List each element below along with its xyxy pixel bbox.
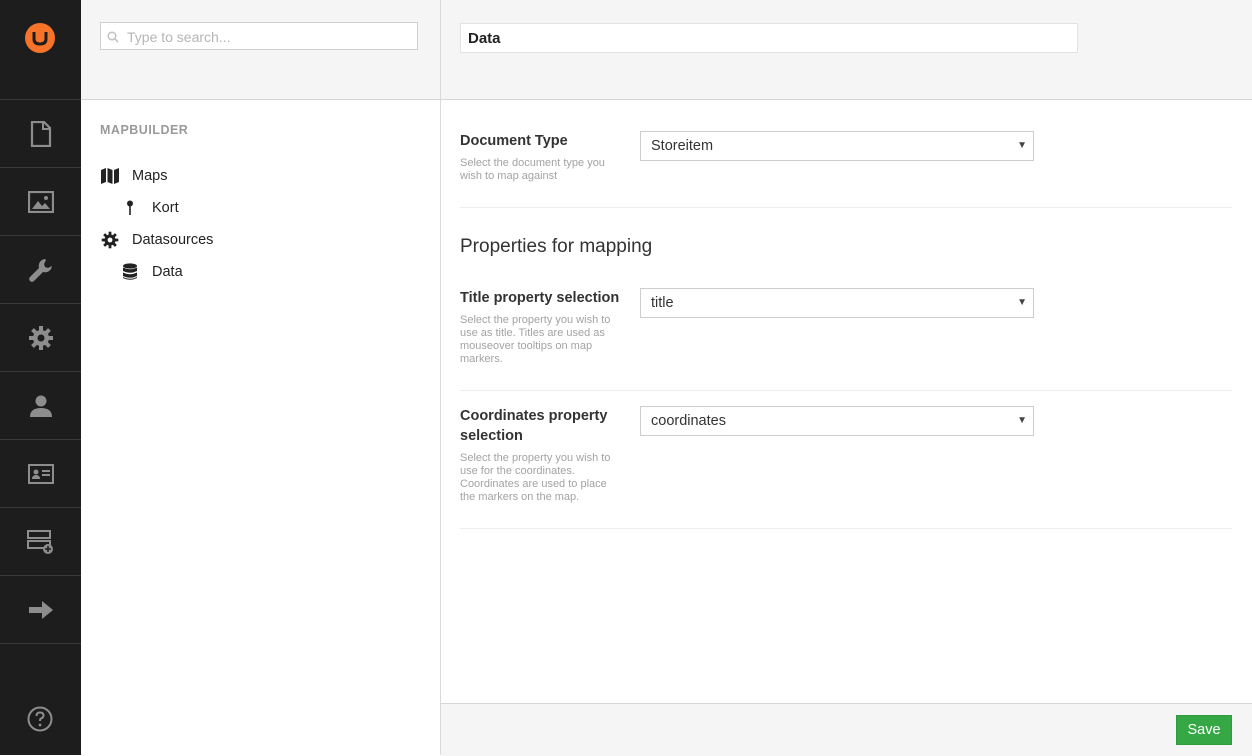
tree-panel: MAPBUILDER Maps Kort Datasources Data bbox=[81, 0, 441, 755]
gear-icon bbox=[100, 230, 120, 250]
chevron-down-icon: ▼ bbox=[1017, 140, 1027, 151]
document-type-description: Select the document type you wish to map… bbox=[460, 157, 605, 182]
media-icon[interactable] bbox=[0, 167, 81, 235]
editor-header bbox=[441, 0, 1252, 100]
divider bbox=[460, 390, 1232, 391]
tree-section-title: MAPBUILDER bbox=[100, 123, 189, 137]
redirect-arrow-icon[interactable] bbox=[0, 575, 81, 644]
umbraco-logo-icon[interactable] bbox=[25, 23, 55, 53]
map-icon bbox=[100, 166, 120, 186]
content-icon[interactable] bbox=[0, 99, 81, 167]
tree-item-label: Datasources bbox=[132, 232, 214, 248]
members-icon[interactable] bbox=[0, 439, 81, 507]
users-icon[interactable] bbox=[0, 371, 81, 439]
coordinates-property-selected: coordinates bbox=[651, 413, 726, 429]
database-icon bbox=[120, 262, 140, 282]
coordinates-property-description: Select the property you wish to use for … bbox=[460, 452, 611, 503]
group-title: Properties for mapping bbox=[460, 236, 653, 257]
chevron-down-icon: ▼ bbox=[1017, 297, 1027, 308]
settings-wrench-icon[interactable] bbox=[0, 235, 81, 303]
save-button[interactable]: Save bbox=[1176, 715, 1232, 745]
title-property-select[interactable]: title ▼ bbox=[640, 288, 1034, 318]
editor-panel: Document Type Select the document type y… bbox=[441, 0, 1252, 756]
tree-item-data[interactable]: Data bbox=[120, 260, 183, 284]
tree-header bbox=[81, 0, 440, 100]
document-type-label: Document Type bbox=[460, 133, 568, 149]
tree-item-datasources[interactable]: Datasources bbox=[100, 228, 213, 252]
title-property-selected: title bbox=[651, 295, 674, 311]
coordinates-property-label: Coordinates property selection bbox=[460, 408, 608, 444]
tree-item-kort[interactable]: Kort bbox=[120, 196, 179, 220]
app-sidebar bbox=[0, 0, 81, 755]
title-property-label: Title property selection bbox=[460, 290, 620, 306]
title-property-description: Select the property you wish to use as t… bbox=[460, 314, 611, 365]
node-name-input[interactable] bbox=[460, 23, 1078, 53]
tree-item-label: Kort bbox=[152, 200, 179, 216]
search-icon bbox=[107, 31, 119, 43]
tree-item-label: Maps bbox=[132, 168, 168, 184]
editor-footer: Save bbox=[441, 703, 1252, 756]
help-icon[interactable] bbox=[27, 706, 53, 732]
tree-item-label: Data bbox=[152, 264, 183, 280]
developer-gear-icon[interactable] bbox=[0, 303, 81, 371]
document-type-select[interactable]: Storeitem ▼ bbox=[640, 131, 1034, 161]
forms-icon[interactable] bbox=[0, 507, 81, 575]
search-input[interactable] bbox=[125, 23, 417, 51]
divider bbox=[460, 528, 1232, 529]
tree-item-maps[interactable]: Maps bbox=[100, 164, 167, 188]
chevron-down-icon: ▼ bbox=[1017, 415, 1027, 426]
divider bbox=[460, 207, 1232, 208]
coordinates-property-select[interactable]: coordinates ▼ bbox=[640, 406, 1034, 436]
document-type-selected: Storeitem bbox=[651, 138, 714, 154]
pin-icon bbox=[120, 198, 140, 218]
search-box[interactable] bbox=[100, 22, 418, 51]
